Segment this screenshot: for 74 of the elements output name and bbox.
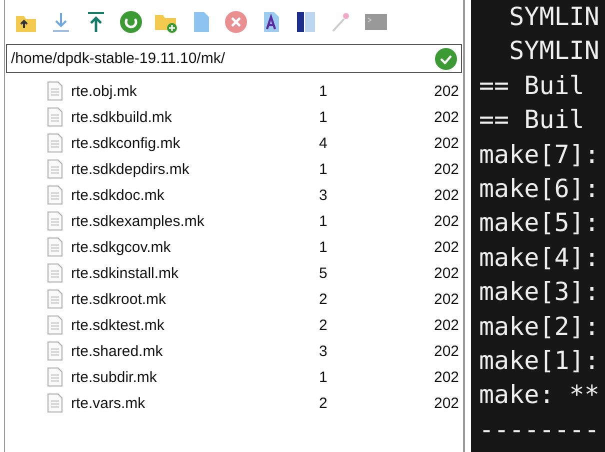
file-name[interactable]: rte.obj.mk	[71, 82, 319, 100]
panel-button[interactable]	[294, 10, 318, 34]
table-cell: 202	[434, 82, 460, 100]
file-icon	[47, 159, 63, 179]
table-cell-text: 1	[319, 212, 328, 230]
table-cell-text: 3	[319, 342, 328, 360]
refresh-button[interactable]	[119, 10, 143, 34]
table-cell: 202	[434, 264, 460, 282]
file-icon	[47, 211, 63, 231]
file-name[interactable]: rte.sdkdepdirs.mk	[71, 160, 319, 178]
table-cell: 202	[434, 290, 460, 308]
file-icon	[47, 237, 63, 257]
file-icon	[47, 341, 63, 361]
table-cell-text: 4	[319, 134, 328, 152]
file-name[interactable]: rte.sdkgcov.mk	[71, 238, 319, 256]
table-cell: 202	[434, 134, 460, 152]
terminal-line: make[3]:	[479, 276, 600, 308]
table-cell-text: 2	[319, 394, 328, 412]
table-cell: 202	[434, 342, 460, 360]
delete-button[interactable]	[224, 10, 248, 34]
terminal-line: make[4]:	[479, 242, 600, 274]
table-cell: 202	[434, 186, 460, 204]
table-cell-text: 1	[319, 108, 328, 126]
file-icon	[47, 393, 63, 413]
table-cell-text: 1	[319, 368, 328, 386]
terminal-line: make[6]:	[479, 173, 600, 206]
refresh-icon	[119, 10, 143, 34]
path-input[interactable]: /home/dpdk-stable-19.11.10/mk/	[11, 50, 411, 67]
delete-icon	[224, 10, 248, 34]
table-cell-text: 5	[319, 264, 328, 282]
terminal-line: == Buil	[479, 104, 586, 136]
table-cell-text: 2	[319, 290, 328, 308]
file-icon	[47, 81, 63, 101]
table-cell: 202	[434, 160, 460, 178]
path-field[interactable]: /home/dpdk-stable-19.11.10/mk/	[6, 44, 462, 73]
file-name[interactable]: rte.sdktest.mk	[71, 316, 319, 334]
terminal-line: --------	[479, 414, 600, 446]
terminal-line: SYMLIN	[508, 1, 600, 33]
terminal-line: make[5]:	[479, 207, 600, 240]
terminal-line: SYMLIN	[508, 35, 600, 68]
table-cell-text: 3	[319, 186, 328, 204]
file-name[interactable]: rte.sdkinstall.mk	[71, 264, 319, 282]
file-name[interactable]: rte.vars.mk	[71, 394, 319, 412]
table-cell: 202	[434, 108, 460, 126]
check-icon[interactable]	[435, 48, 457, 70]
table-cell-text: 2	[319, 316, 328, 334]
table-cell-text: 1	[319, 82, 328, 100]
file-icon	[47, 315, 63, 335]
terminal-line: make: **	[479, 379, 600, 412]
terminal-line: make[7]:	[479, 138, 600, 171]
terminal-line: make[2]:	[479, 310, 600, 343]
file-name[interactable]: rte.sdkbuild.mk	[71, 108, 319, 126]
table-cell: 202	[434, 238, 460, 256]
panel-icon	[294, 10, 318, 34]
file-name[interactable]: rte.subdir.mk	[71, 368, 319, 386]
file-name[interactable]: rte.sdkroot.mk	[71, 290, 319, 308]
table-cell-text: 1	[319, 160, 328, 178]
table-cell-text: 1	[319, 238, 328, 256]
table-cell: 202	[434, 394, 460, 412]
table-cell: 202	[434, 212, 460, 230]
table-cell: 202	[434, 368, 460, 386]
table-cell: 202	[434, 316, 460, 334]
file-name[interactable]: rte.sdkconfig.mk	[71, 134, 319, 152]
file-icon	[47, 367, 63, 387]
file-name[interactable]: rte.sdkdoc.mk	[71, 186, 319, 204]
terminal-line: == Buil	[479, 70, 586, 102]
file-icon	[47, 185, 63, 205]
file-icon	[47, 107, 63, 127]
terminal-line: make[1]:	[479, 345, 600, 378]
file-name[interactable]: rte.shared.mk	[71, 342, 319, 360]
file-icon	[47, 289, 63, 309]
file-icon	[47, 133, 63, 153]
file-icon	[47, 263, 63, 283]
file-name[interactable]: rte.sdkexamples.mk	[71, 212, 319, 230]
